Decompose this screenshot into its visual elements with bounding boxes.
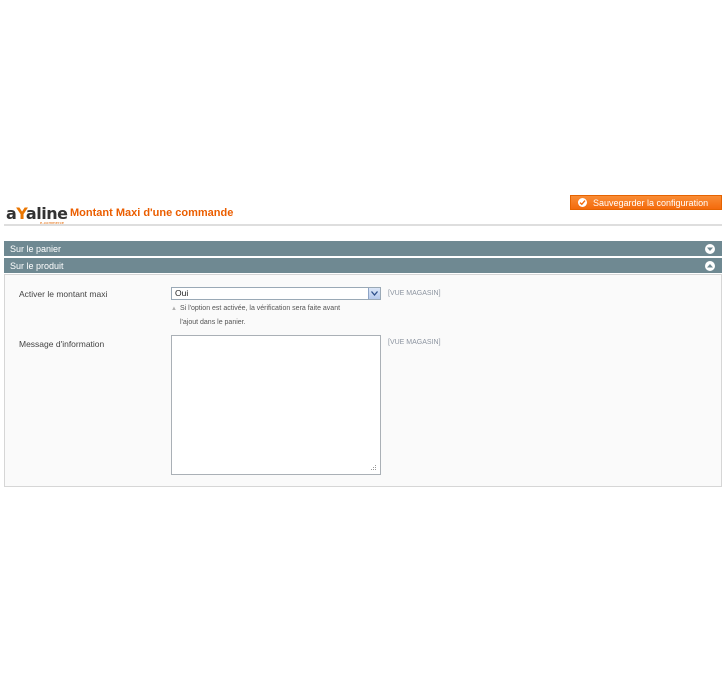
save-config-label: Sauvegarder la configuration (593, 197, 709, 208)
enable-max-value: Oui (175, 288, 189, 298)
expand-icon (705, 244, 715, 254)
note-arrow-icon: ▲ (171, 306, 177, 312)
section-label: Sur le produit (10, 260, 64, 271)
check-icon (578, 198, 587, 207)
resize-handle-icon[interactable] (370, 464, 377, 471)
enable-max-label: Activer le montant maxi (19, 289, 108, 299)
ayaline-logo: aYaline e-commerce (6, 204, 68, 226)
section-sur-le-produit[interactable]: Sur le produit (4, 258, 722, 273)
note-line-1: Si l'option est activée, la vérification… (179, 305, 341, 312)
info-message-label: Message d'information (19, 339, 105, 349)
save-config-button[interactable]: Sauvegarder la configuration (570, 195, 722, 210)
info-message-textarea[interactable] (171, 335, 381, 475)
scope-badge: [VUE MAGASIN] (388, 339, 441, 346)
header-divider (4, 224, 722, 226)
enable-max-select[interactable]: Oui (171, 287, 381, 300)
section-fieldset: Activer le montant maxi Oui [VUE MAGASIN… (4, 274, 722, 487)
field-note: ▲ Si l'option est activée, la vérificatio… (171, 302, 386, 329)
page-title: Montant Maxi d'une commande (70, 207, 234, 219)
collapse-icon (705, 261, 715, 271)
note-line-2: l'ajout dans le panier. (180, 319, 246, 326)
section-sur-le-panier[interactable]: Sur le panier (4, 241, 722, 256)
scope-badge: [VUE MAGASIN] (388, 290, 441, 297)
section-label: Sur le panier (10, 243, 62, 254)
chevron-down-icon[interactable] (368, 288, 380, 299)
